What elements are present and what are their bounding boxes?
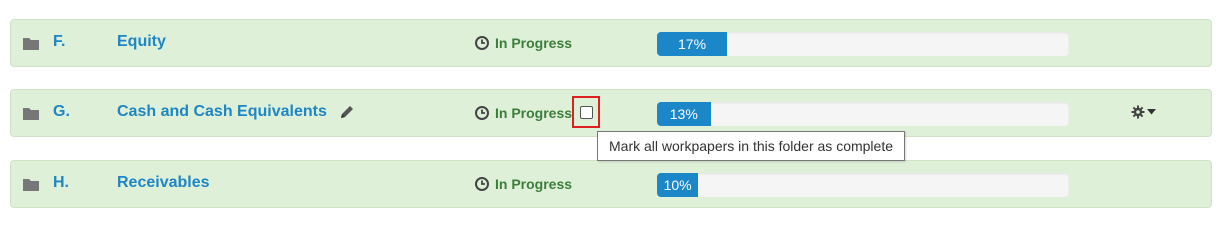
status-text: In Progress xyxy=(495,35,573,51)
folder-letter[interactable]: H. xyxy=(53,174,69,192)
clock-icon xyxy=(475,177,489,191)
progress-fill: 13% xyxy=(657,102,711,126)
folder-actions-menu[interactable] xyxy=(1131,105,1156,119)
folder-icon xyxy=(23,179,39,191)
folder-name-link[interactable]: Cash and Cash Equivalents xyxy=(117,103,355,121)
folder-name[interactable]: Equity xyxy=(117,33,166,51)
folder-row-f[interactable]: F. Equity In Progress 17% xyxy=(10,19,1212,67)
gear-icon[interactable] xyxy=(1131,105,1145,119)
status-label: In Progress xyxy=(475,176,572,192)
status-label: In Progress xyxy=(475,105,572,121)
folder-name[interactable]: Receivables xyxy=(117,174,210,192)
folder-name-link[interactable]: Equity xyxy=(117,33,166,51)
status-label: In Progress xyxy=(475,35,572,51)
folder-icon xyxy=(23,38,39,50)
progress-label: 10% xyxy=(663,177,692,193)
tooltip: Mark all workpapers in this folder as co… xyxy=(597,131,906,161)
mark-complete-highlight xyxy=(572,96,600,128)
progress-fill: 10% xyxy=(657,173,699,197)
caret-down-icon[interactable] xyxy=(1147,109,1156,115)
status-text: In Progress xyxy=(495,176,573,192)
folder-name[interactable]: Cash and Cash Equivalents xyxy=(117,103,327,121)
folder-icon xyxy=(23,108,39,120)
progress-label: 13% xyxy=(669,106,698,122)
folder-row-g[interactable]: G. Cash and Cash Equivalents In Progress… xyxy=(10,89,1212,137)
progress-bar: 10% xyxy=(657,173,1069,197)
clock-icon xyxy=(475,36,489,50)
folder-row-h[interactable]: H. Receivables In Progress 10% xyxy=(10,160,1212,208)
clock-icon xyxy=(475,106,489,120)
progress-label: 17% xyxy=(678,36,707,52)
folder-letter[interactable]: F. xyxy=(53,33,65,51)
progress-bar: 13% xyxy=(657,102,1069,126)
status-text: In Progress xyxy=(495,105,573,121)
folder-name-link[interactable]: Receivables xyxy=(117,174,210,192)
mark-complete-checkbox[interactable] xyxy=(580,106,593,119)
progress-fill: 17% xyxy=(657,32,728,56)
pencil-icon[interactable] xyxy=(339,104,355,120)
progress-bar: 17% xyxy=(657,32,1069,56)
folder-letter[interactable]: G. xyxy=(53,103,70,121)
